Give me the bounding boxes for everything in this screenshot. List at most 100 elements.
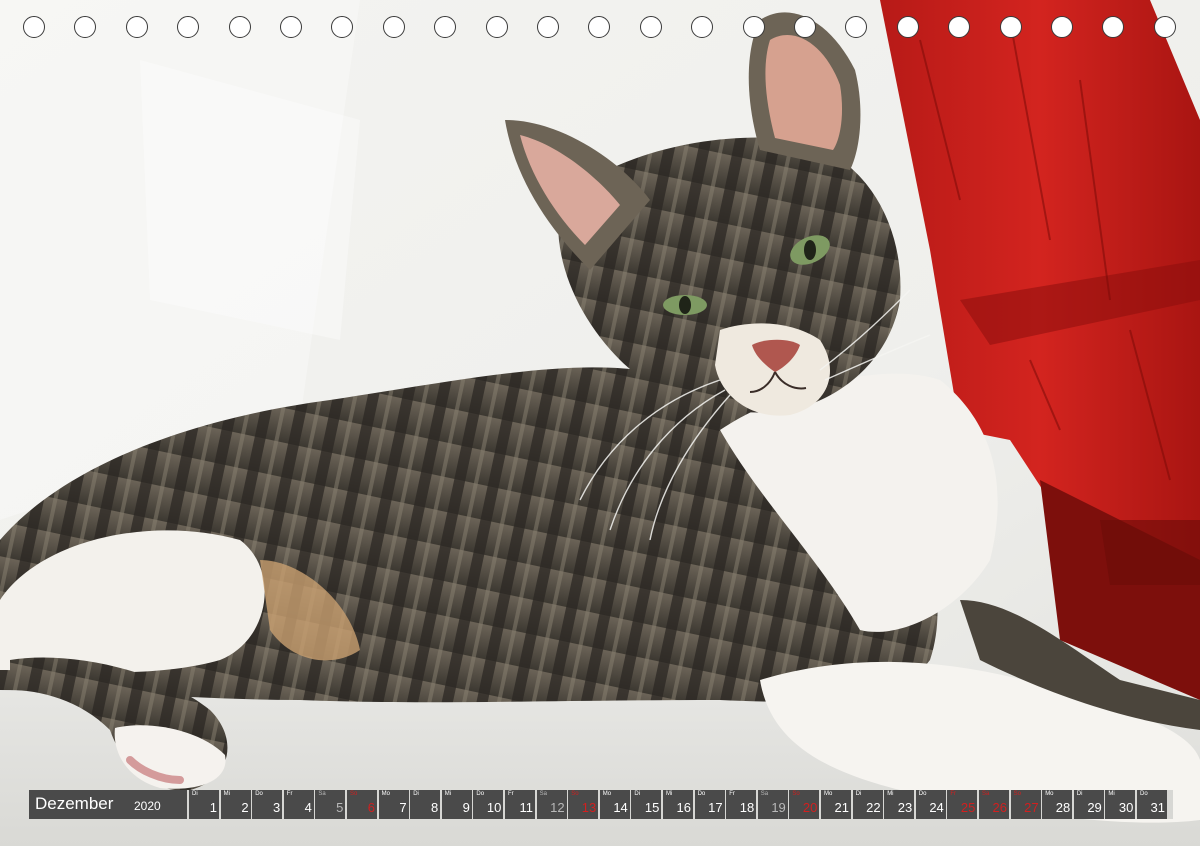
weekday-label: Di — [192, 791, 198, 797]
binding-hole — [382, 16, 405, 38]
weekday-label: Do — [697, 791, 706, 797]
calendar-day: Do 17 — [694, 790, 725, 819]
weekday-label: Fr — [729, 791, 735, 797]
day-number: 5 — [336, 800, 344, 815]
calendar-day: Mi 23 — [884, 790, 915, 819]
weekday-label: Mi — [444, 791, 452, 797]
calendar-day: Do 3 — [252, 790, 283, 819]
binding-hole — [125, 16, 148, 38]
calendar-day: So 13 — [568, 790, 599, 819]
binding-hole — [280, 16, 302, 38]
calendar-day: Fr 4 — [283, 790, 314, 819]
binding-hole — [1153, 16, 1176, 38]
day-number: 15 — [644, 800, 660, 815]
calendar-day: Di 8 — [410, 790, 441, 819]
weekday-label: Mi — [223, 791, 230, 797]
day-number: 26 — [992, 800, 1007, 815]
binding-hole — [177, 16, 200, 38]
calendar-day: Mi 2 — [220, 790, 251, 819]
calendar-day: Sa 26 — [979, 790, 1009, 819]
weekday-label: Do — [1140, 791, 1148, 797]
calendar-day: Do 10 — [473, 790, 504, 819]
weekday-label: Sa — [539, 791, 547, 797]
weekday-label: Mo — [602, 791, 612, 797]
weekday-label: Mi — [1108, 791, 1115, 797]
day-number: 14 — [613, 800, 628, 815]
binding-hole — [537, 16, 559, 38]
day-number: 9 — [462, 800, 470, 815]
binding-hole — [228, 16, 251, 38]
day-number: 6 — [367, 800, 375, 815]
weekday-label: Fr — [286, 791, 293, 797]
day-number: 3 — [272, 800, 281, 815]
weekday-label: Mi — [666, 791, 673, 797]
weekday-label: Do — [918, 791, 927, 797]
tabby-cat-photo-icon — [0, 0, 1200, 846]
calendar-day: Di 22 — [852, 790, 883, 819]
weekday-label: Do — [476, 791, 485, 797]
calendar-day: Mo 21 — [821, 790, 851, 819]
day-number: 24 — [929, 800, 944, 815]
day-number: 19 — [771, 800, 786, 815]
binding-hole — [1102, 16, 1125, 38]
calendar-day: Di 15 — [631, 790, 662, 819]
calendar-day: Fr 18 — [726, 790, 757, 819]
weekday-label: Di — [413, 791, 419, 797]
binding-hole — [485, 16, 508, 38]
day-number: 27 — [1024, 800, 1039, 815]
binding-hole — [588, 16, 611, 38]
weekday-label: Sa — [760, 791, 769, 797]
calendar-day: So 27 — [1010, 790, 1041, 819]
day-number: 11 — [519, 800, 534, 815]
weekday-label: Do — [255, 791, 263, 797]
weekday-label: Di — [634, 791, 641, 797]
calendar-day: Do 31 — [1137, 790, 1167, 819]
day-number: 25 — [960, 800, 976, 815]
weekday-label: So — [571, 791, 579, 797]
binding-hole — [639, 16, 662, 38]
calendar-day: So 20 — [789, 790, 820, 819]
day-number: 30 — [1118, 800, 1134, 815]
weekday-label: Mo — [381, 791, 390, 797]
calendar-day: Mi 9 — [441, 790, 472, 819]
day-number: 4 — [304, 800, 312, 815]
day-number: 1 — [209, 800, 217, 815]
day-number: 7 — [399, 800, 407, 815]
day-number: 28 — [1055, 800, 1071, 815]
calendar-day: Mo 28 — [1042, 790, 1073, 819]
day-number: 23 — [897, 800, 913, 815]
binding-holes — [0, 16, 1200, 42]
calendar-day: Mo 7 — [378, 790, 409, 819]
year-label: 2020 — [134, 799, 161, 813]
calendar-day: Mo 14 — [599, 790, 630, 819]
weekday-label: Di — [855, 791, 862, 797]
calendar-day: Di 29 — [1073, 790, 1104, 819]
calendar-day: Fr 25 — [947, 790, 978, 819]
calendar-day: Mi 16 — [663, 790, 693, 819]
day-number: 29 — [1087, 800, 1102, 815]
weekday-label: So — [792, 791, 800, 797]
day-number: 22 — [866, 800, 881, 815]
weekday-label: So — [350, 791, 358, 797]
day-number: 10 — [486, 800, 502, 815]
day-number: 13 — [581, 800, 597, 815]
weekday-label: Mi — [887, 791, 894, 797]
calendar-day: Sa 12 — [536, 790, 567, 819]
weekday-label: Sa — [318, 791, 326, 797]
weekday-label: Mo — [1045, 791, 1054, 797]
calendar-day: Di 1 — [189, 790, 219, 819]
binding-hole — [794, 16, 816, 38]
calendar-day: Mi 30 — [1105, 790, 1136, 819]
weekday-label: Fr — [508, 791, 514, 797]
calendar-day: So 6 — [347, 790, 377, 819]
binding-hole — [23, 16, 45, 38]
calendar-day: Sa 5 — [315, 790, 346, 819]
binding-hole — [1051, 16, 1073, 38]
calendar-bar: Dezember 2020 Di 1 Mi 2 Do 3 Fr 4 Sa 5 So 6 Mo 7 Di 8 Mi… — [29, 790, 1173, 819]
day-number: 8 — [430, 800, 439, 815]
weekday-label: Fr — [950, 791, 957, 797]
month-label: Dezember — [35, 794, 114, 813]
binding-hole — [434, 16, 457, 38]
weekday-label: Sa — [982, 791, 990, 797]
day-number: 21 — [834, 800, 849, 815]
